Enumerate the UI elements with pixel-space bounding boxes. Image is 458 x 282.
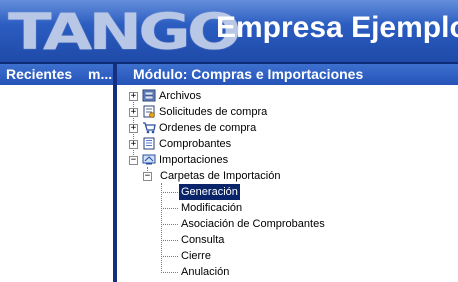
- tree-item-archivos[interactable]: + Archivos: [117, 88, 417, 104]
- tree-label-ordenes: Ordenes de compra: [159, 122, 257, 134]
- collapse-importaciones[interactable]: −: [129, 156, 138, 165]
- company-name: Empresa Ejemplo: [216, 11, 458, 44]
- expand-archivos[interactable]: +: [129, 92, 138, 101]
- recientes-panel-header[interactable]: Recientes m...: [0, 64, 113, 85]
- header-banner: TANGO Empresa Ejemplo: [0, 0, 458, 62]
- recientes-title: Recientes: [6, 66, 73, 82]
- tree-label-carpetas: Carpetas de Importación: [160, 170, 281, 182]
- tree-item-importaciones[interactable]: − Importaciones: [117, 152, 417, 168]
- collapse-carpetas[interactable]: −: [143, 172, 152, 181]
- tree-label-generacion: Generación: [179, 184, 240, 200]
- tree-item-solicitudes-de-compra[interactable]: + Solicitudes de compra: [117, 104, 417, 120]
- tango-logo: TANGO: [8, 3, 241, 61]
- document-icon: [143, 137, 155, 150]
- cart-icon: [143, 122, 156, 134]
- tree-label-modificacion: Modificación: [181, 202, 243, 214]
- recientes-list[interactable]: [0, 85, 113, 282]
- request-icon: [143, 105, 155, 118]
- tree-label-asociacion: Asociación de Comprobantes: [181, 218, 325, 230]
- module-title: Módulo: Compras e Importaciones: [133, 66, 364, 82]
- expand-solicitudes[interactable]: +: [129, 108, 138, 117]
- tree-label-solicitudes: Solicitudes de compra: [159, 106, 268, 118]
- recientes-tab[interactable]: m...: [88, 66, 112, 82]
- tree-item-carpetas-de-importacion[interactable]: − Carpetas de Importación: [117, 168, 417, 184]
- cabinet-icon: [142, 89, 156, 102]
- tree-label-anulacion: Anulación: [181, 266, 230, 278]
- tree-item-comprobantes[interactable]: + Comprobantes: [117, 136, 417, 152]
- tree-label-cierre: Cierre: [181, 250, 211, 262]
- expand-comprobantes[interactable]: +: [129, 140, 138, 149]
- ship-icon: [142, 154, 156, 165]
- tree-item-ordenes-de-compra[interactable]: + Ordenes de compra: [117, 120, 417, 136]
- tree-label-consulta: Consulta: [181, 234, 225, 246]
- tree-label-importaciones: Importaciones: [159, 154, 229, 166]
- tree-label-comprobantes: Comprobantes: [159, 138, 232, 150]
- expand-ordenes[interactable]: +: [129, 124, 138, 133]
- module-tree[interactable]: + Archivos + Solicitudes de compra + Ord…: [117, 85, 458, 282]
- tree-label-archivos: Archivos: [159, 90, 202, 102]
- module-panel-header: Módulo: Compras e Importaciones: [117, 64, 458, 85]
